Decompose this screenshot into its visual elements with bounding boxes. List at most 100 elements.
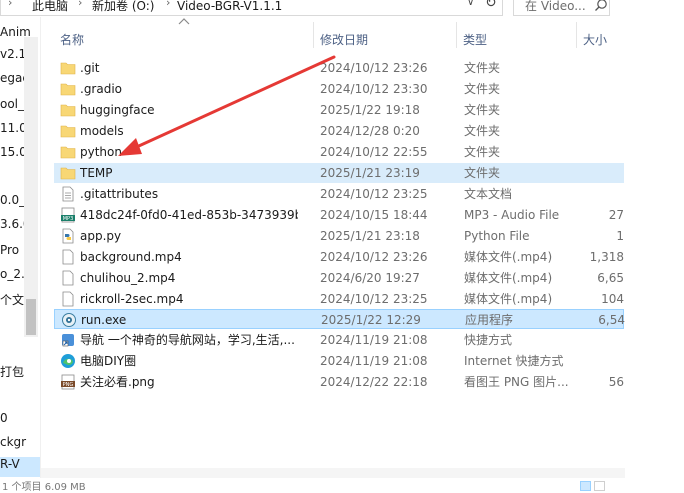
file-size: 27 [608, 208, 624, 222]
breadcrumb-folder[interactable]: Video-BGR-V1.1.1 [177, 0, 282, 16]
edge-url-icon [61, 354, 75, 368]
folder-icon [60, 167, 76, 180]
file-type: 文件夹 [464, 103, 501, 117]
file-row-selected[interactable]: run.exe 2025/1/22 12:29 应用程序 6,54 [54, 309, 625, 329]
file-date: 2025/1/21 23:18 [320, 229, 420, 243]
file-size: 56 [608, 375, 624, 389]
file-type: 文件夹 [464, 82, 501, 96]
address-bar: › 此电脑 › 新加卷 (O:) › Video-BGR-V1.1.1 ∨ ↻ … [0, 0, 684, 17]
nav-scrollbar[interactable] [24, 37, 38, 337]
folder-icon [60, 146, 76, 159]
search-placeholder: 在 Video... [525, 0, 586, 13]
file-row[interactable]: python 2024/10/12 22:55 文件夹 [54, 142, 624, 162]
details-pane [625, 17, 684, 491]
nav-scrollbar-thumb[interactable] [26, 299, 36, 335]
chevron-right-icon[interactable]: › [78, 0, 82, 9]
file-type: 应用程序 [465, 313, 514, 327]
file-date: 2025/1/21 23:19 [320, 166, 420, 180]
sort-ascending-icon [178, 18, 190, 25]
file-date: 2024/11/19 21:08 [320, 354, 428, 368]
navigation-pane: Anim v2.1 egac ool_ 11.0 15.0 0.0_l 3.6.… [0, 17, 41, 491]
folder-icon [60, 62, 76, 75]
refresh-icon[interactable]: ↻ [485, 0, 497, 11]
file-date: 2024/10/12 23:25 [320, 187, 428, 201]
file-name: chulihou_2.mp4 [80, 271, 176, 285]
file-type: Internet 快捷方式 [464, 354, 564, 368]
file-date: 2024/12/22 22:18 [320, 375, 428, 389]
file-row[interactable]: MP3 418dc24f-0fd0-41ed-853b-3473939b... … [54, 205, 624, 225]
breadcrumb-drive[interactable]: 新加卷 (O:) [92, 0, 154, 16]
column-divider[interactable] [313, 22, 314, 48]
address-dropdown-icon[interactable]: ∨ [467, 0, 474, 8]
file-type: 文件夹 [464, 61, 501, 75]
file-name: .git [80, 61, 100, 75]
svg-text:MP3: MP3 [63, 216, 74, 222]
file-name: models [80, 124, 124, 138]
text-file-icon [62, 186, 74, 202]
file-row[interactable]: PNG 关注必看.png 2024/12/22 22:18 看图王 PNG 图片… [54, 372, 624, 392]
file-date: 2024/10/12 23:25 [320, 292, 428, 306]
file-type: 文件夹 [464, 145, 501, 159]
mp3-file-icon: MP3 [61, 207, 75, 223]
file-type: 媒体文件(.mp4) [464, 292, 553, 306]
file-size: 104 [601, 292, 624, 306]
file-type: 快捷方式 [464, 333, 513, 347]
file-row[interactable]: .gitattributes 2024/10/12 23:25 文本文档 [54, 184, 624, 204]
nav-item[interactable]: ckgr [0, 435, 40, 455]
file-row[interactable]: .gradio 2024/10/12 23:30 文件夹 [54, 79, 624, 99]
file-date: 2024/11/19 21:08 [320, 333, 428, 347]
nav-item[interactable]: 打包 [0, 363, 40, 383]
file-row[interactable]: huggingface 2025/1/22 19:18 文件夹 [54, 100, 624, 120]
breadcrumb-this-pc[interactable]: 此电脑 [32, 0, 68, 16]
media-file-icon [62, 291, 74, 307]
file-size: 1 [616, 229, 624, 243]
file-name: 关注必看.png [80, 375, 155, 389]
file-size: 6,65 [597, 271, 624, 285]
file-size: 1,318 [589, 250, 624, 264]
file-type: 媒体文件(.mp4) [464, 271, 553, 285]
column-divider[interactable] [456, 22, 457, 48]
details-view-icon[interactable] [580, 481, 591, 491]
file-name: .gitattributes [80, 187, 159, 201]
file-row[interactable]: models 2024/12/28 0:20 文件夹 [54, 121, 624, 141]
file-type: 看图王 PNG 图片... [464, 375, 569, 389]
svg-text:PNG: PNG [63, 382, 74, 388]
file-type: 文件夹 [464, 166, 501, 180]
file-date: 2024/10/12 23:26 [320, 250, 428, 264]
file-row[interactable]: background.mp4 2024/10/12 23:26 媒体文件(.mp… [54, 247, 624, 267]
folder-icon [60, 104, 76, 117]
file-size: 6,54 [598, 313, 625, 327]
file-row[interactable]: rickroll-2sec.mp4 2024/10/12 23:25 媒体文件(… [54, 289, 624, 309]
horizontal-scrollbar[interactable] [41, 468, 625, 478]
file-name: run.exe [81, 313, 127, 327]
media-file-icon [62, 270, 74, 286]
file-type: MP3 - Audio File [464, 208, 560, 222]
file-row[interactable]: .git 2024/10/12 23:26 文件夹 [54, 58, 624, 78]
nav-item[interactable]: 0 [0, 411, 40, 431]
file-row[interactable]: chulihou_2.mp4 2024/6/20 19:27 媒体文件(.mp4… [54, 268, 624, 288]
file-date: 2024/12/28 0:20 [320, 124, 420, 138]
file-row[interactable]: 导航 一个神奇的导航网站，学习,生活,... 2024/11/19 21:08 … [54, 330, 624, 350]
file-date: 2024/10/12 23:30 [320, 82, 428, 96]
chevron-right-icon: › [8, 0, 13, 9]
file-type: 媒体文件(.mp4) [464, 250, 553, 264]
file-row-highlighted[interactable]: TEMP 2025/1/21 23:19 文件夹 [54, 163, 624, 183]
file-name: rickroll-2sec.mp4 [80, 292, 184, 306]
search-icon[interactable] [594, 0, 608, 12]
column-divider[interactable] [576, 22, 577, 48]
nav-item-selected[interactable]: R-V [0, 457, 40, 477]
file-type: 文本文档 [464, 187, 513, 201]
file-date: 2024/10/12 23:26 [320, 61, 428, 75]
file-date: 2024/6/20 19:27 [320, 271, 420, 285]
large-icons-view-icon[interactable] [594, 481, 605, 491]
shortcut-icon [62, 334, 74, 347]
file-date: 2025/1/22 19:18 [320, 103, 420, 117]
file-row[interactable]: 电脑DIY圈 2024/11/19 21:08 Internet 快捷方式 [54, 351, 624, 371]
folder-icon [60, 83, 76, 96]
file-row[interactable]: app.py 2025/1/21 23:18 Python File 1 [54, 226, 624, 246]
file-date: 2024/10/12 22:55 [320, 145, 428, 159]
python-file-icon [62, 228, 74, 244]
file-name: background.mp4 [80, 250, 182, 264]
file-name: TEMP [80, 166, 113, 180]
chevron-right-icon[interactable]: › [166, 0, 170, 9]
